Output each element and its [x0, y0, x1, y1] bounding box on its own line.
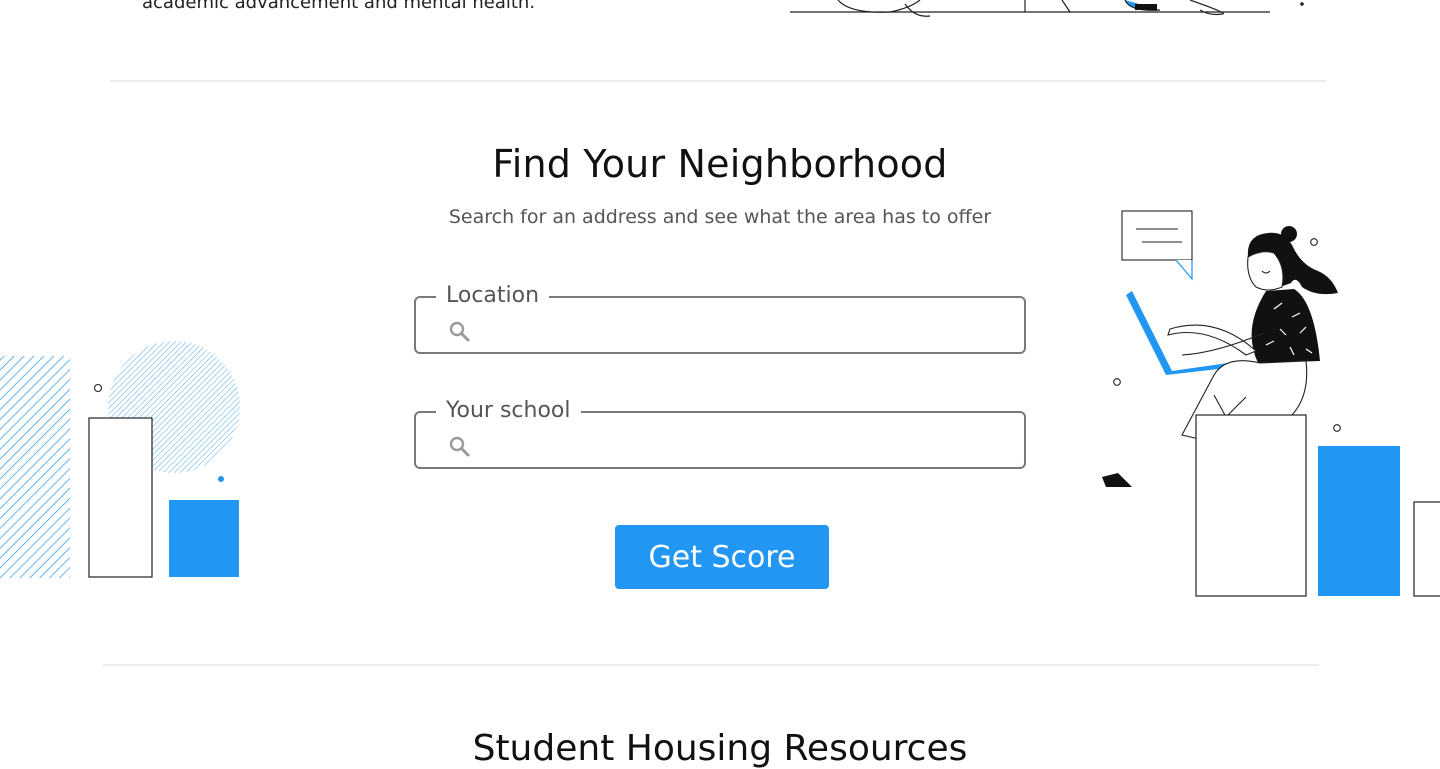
- left-decor-illustration: [0, 341, 240, 578]
- section-divider-top: [110, 80, 1326, 82]
- school-label: Your school: [436, 398, 581, 424]
- intro-illustration: [790, 0, 1304, 17]
- school-field[interactable]: Your school: [414, 398, 1026, 469]
- location-field[interactable]: Location: [414, 283, 1026, 354]
- right-decor-illustration: [1102, 210, 1440, 597]
- intro-text: academic advancement and mental health.: [142, 0, 536, 13]
- section-title: Find Your Neighborhood: [492, 142, 948, 186]
- location-input[interactable]: [474, 308, 1008, 344]
- get-score-button[interactable]: Get Score: [615, 525, 829, 589]
- next-section-title: Student Housing Resources: [472, 728, 968, 769]
- school-input[interactable]: [474, 423, 1008, 459]
- search-icon: [448, 320, 472, 348]
- search-icon: [448, 435, 472, 463]
- location-label: Location: [436, 283, 550, 309]
- section-divider-bottom: [103, 664, 1319, 666]
